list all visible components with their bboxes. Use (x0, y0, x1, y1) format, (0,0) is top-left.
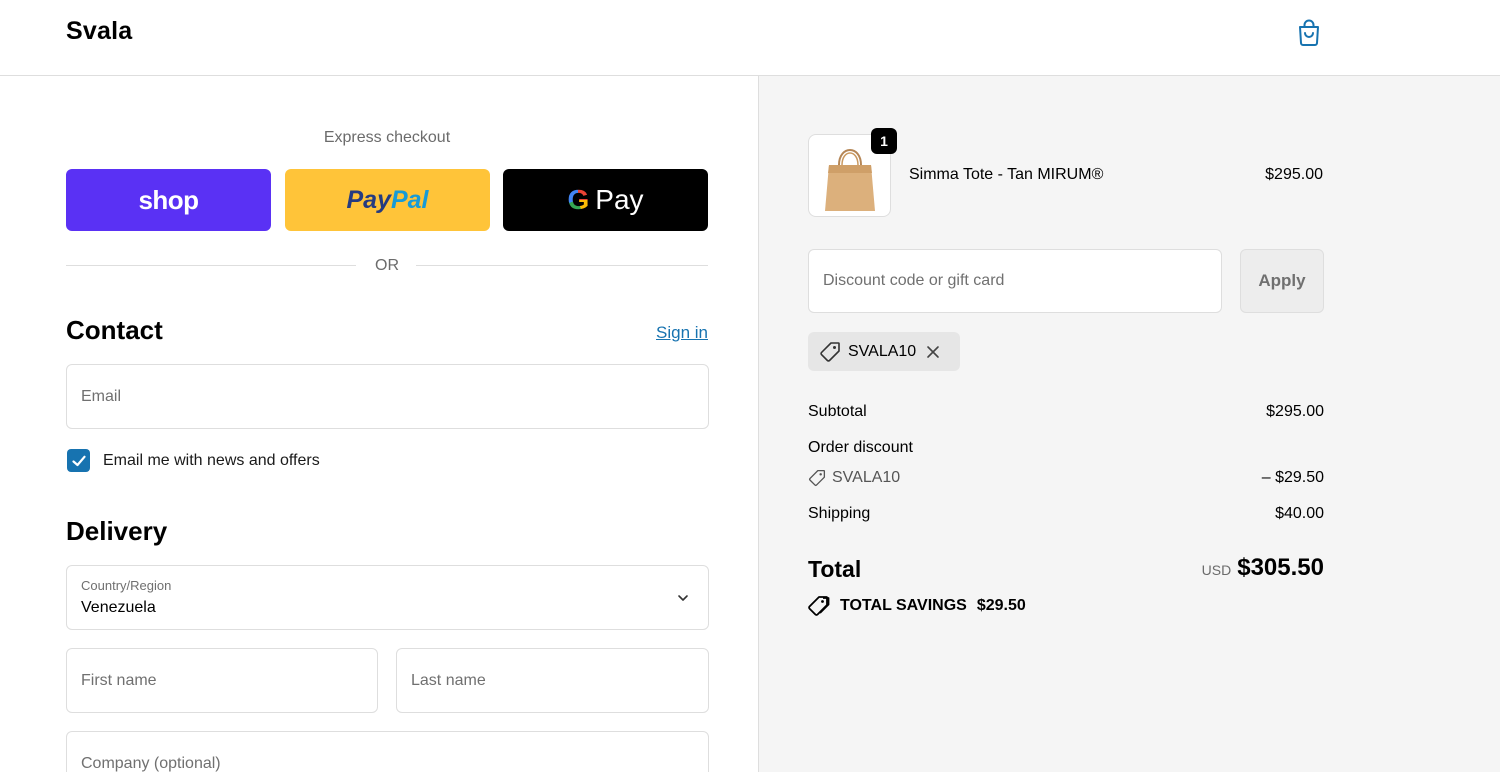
country-value: Venezuela (81, 599, 156, 616)
subtotal-value: $295.00 (1266, 403, 1324, 420)
apply-button[interactable]: Apply (1240, 249, 1324, 313)
first-name-field[interactable]: First name (66, 648, 378, 713)
discount-placeholder: Discount code or gift card (823, 272, 1005, 289)
product-name: Simma Tote - Tan MIRUM® (909, 166, 1104, 183)
or-text: OR (375, 257, 399, 274)
brand-logo[interactable]: Svala (66, 17, 132, 46)
discount-code-input[interactable]: Discount code or gift card (808, 249, 1222, 313)
quantity-badge: 1 (871, 128, 897, 154)
company-placeholder: Company (optional) (81, 754, 221, 772)
header: Svala (0, 0, 1500, 76)
last-name-placeholder: Last name (411, 671, 486, 689)
google-pay-button[interactable]: G Pay (503, 169, 708, 231)
tag-icon (820, 341, 840, 362)
subtotal-label: Subtotal (808, 403, 867, 420)
country-label: Country/Region (81, 578, 172, 593)
newsletter-label[interactable]: Email me with news and offers (103, 452, 320, 470)
discount-code-text: SVALA10 (832, 469, 901, 486)
shipping-label: Shipping (808, 505, 871, 522)
express-checkout-label: Express checkout (323, 129, 451, 146)
paypal-label-part1: Pay (346, 185, 391, 214)
contact-heading: Contact (66, 315, 163, 345)
newsletter-checkbox[interactable] (67, 449, 90, 472)
divider-line-right (416, 265, 708, 266)
shop-pay-button[interactable]: shop (66, 169, 271, 231)
total-savings-value: $29.50 (976, 597, 1026, 614)
tag-icon (809, 469, 826, 486)
discount-value: – $29.50 (1261, 469, 1324, 486)
close-icon (927, 345, 940, 358)
total-label: Total (808, 556, 862, 582)
or-divider: OR (66, 256, 708, 276)
checkmark-icon (71, 455, 86, 466)
country-select[interactable]: Country/Region Venezuela (66, 565, 709, 630)
shop-pay-label: shop (138, 184, 199, 215)
total-currency: USD (1201, 562, 1232, 578)
company-field[interactable]: Company (optional) (66, 731, 709, 772)
last-name-field[interactable]: Last name (396, 648, 709, 713)
sign-in-link[interactable]: Sign in (620, 323, 708, 343)
google-pay-label: Pay (595, 184, 644, 215)
discount-code-row: SVALA10 (808, 469, 900, 487)
delivery-heading: Delivery (66, 516, 168, 546)
chevron-down-icon (678, 595, 688, 601)
total-savings-label: TOTAL SAVINGS (840, 597, 967, 614)
google-g-icon: G (567, 184, 590, 215)
applied-code-text: SVALA10 (848, 342, 917, 360)
total-savings-row: TOTAL SAVINGS $29.50 (808, 595, 1026, 617)
applied-discount-chip: SVALA10 (808, 332, 960, 371)
order-discount-label: Order discount (808, 439, 913, 456)
shipping-value: $40.00 (1275, 505, 1324, 522)
first-name-placeholder: First name (81, 671, 157, 689)
cart-button[interactable] (1294, 17, 1324, 47)
email-field[interactable]: Email (66, 364, 709, 429)
total-value: $305.50 (1237, 554, 1324, 581)
product-price: $295.00 (1265, 166, 1323, 183)
remove-discount-button[interactable] (926, 345, 940, 359)
shopping-bag-icon (1299, 19, 1319, 46)
total-amount-wrap: USD $305.50 (1100, 554, 1324, 582)
paypal-button[interactable]: Pay Pal (285, 169, 490, 231)
savings-tag-icon (808, 596, 830, 616)
email-placeholder: Email (81, 387, 122, 405)
paypal-label-part2: Pal (390, 185, 429, 214)
